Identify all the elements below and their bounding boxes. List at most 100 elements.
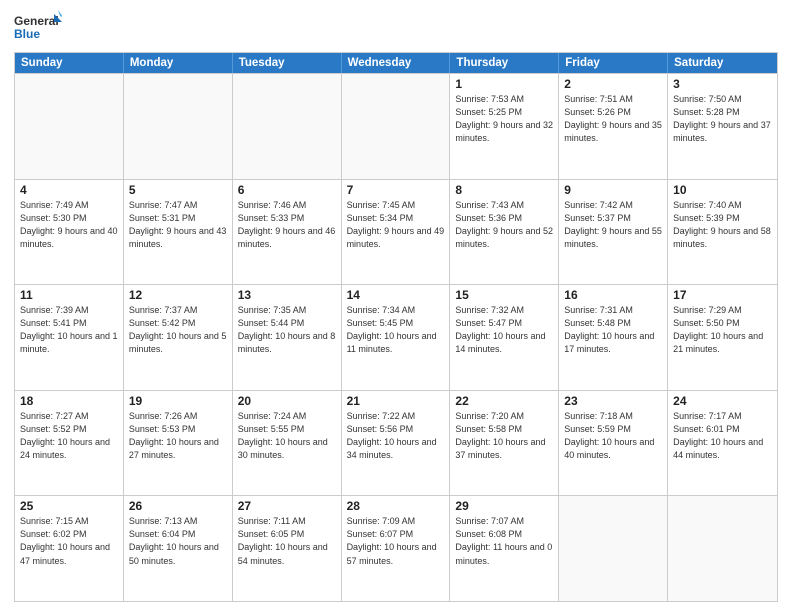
day-info: Sunrise: 7:40 AM Sunset: 5:39 PM Dayligh… [673,199,772,251]
day-info: Sunrise: 7:07 AM Sunset: 6:08 PM Dayligh… [455,515,553,567]
day-number: 27 [238,499,336,513]
day-info: Sunrise: 7:13 AM Sunset: 6:04 PM Dayligh… [129,515,227,567]
logo-svg: General Blue [14,10,62,46]
day-info: Sunrise: 7:39 AM Sunset: 5:41 PM Dayligh… [20,304,118,356]
day-info: Sunrise: 7:34 AM Sunset: 5:45 PM Dayligh… [347,304,445,356]
calendar-day-29: 29 Sunrise: 7:07 AM Sunset: 6:08 PM Dayli… [450,496,559,601]
calendar-day-26: 26 Sunrise: 7:13 AM Sunset: 6:04 PM Dayli… [124,496,233,601]
day-number: 20 [238,394,336,408]
header-day-friday: Friday [559,53,668,73]
calendar-week-0: 1 Sunrise: 7:53 AM Sunset: 5:25 PM Daylig… [15,73,777,179]
page-header: General Blue [14,10,778,46]
day-number: 10 [673,183,772,197]
calendar-day-6: 6 Sunrise: 7:46 AM Sunset: 5:33 PM Daylig… [233,180,342,285]
day-number: 8 [455,183,553,197]
day-number: 1 [455,77,553,91]
header-day-sunday: Sunday [15,53,124,73]
day-number: 12 [129,288,227,302]
day-info: Sunrise: 7:43 AM Sunset: 5:36 PM Dayligh… [455,199,553,251]
day-info: Sunrise: 7:22 AM Sunset: 5:56 PM Dayligh… [347,410,445,462]
day-info: Sunrise: 7:35 AM Sunset: 5:44 PM Dayligh… [238,304,336,356]
day-info: Sunrise: 7:51 AM Sunset: 5:26 PM Dayligh… [564,93,662,145]
header-day-monday: Monday [124,53,233,73]
calendar-week-2: 11 Sunrise: 7:39 AM Sunset: 5:41 PM Dayli… [15,284,777,390]
calendar-empty-cell [342,74,451,179]
calendar-day-17: 17 Sunrise: 7:29 AM Sunset: 5:50 PM Dayli… [668,285,777,390]
calendar-header: SundayMondayTuesdayWednesdayThursdayFrid… [15,53,777,73]
calendar-day-12: 12 Sunrise: 7:37 AM Sunset: 5:42 PM Dayli… [124,285,233,390]
day-info: Sunrise: 7:18 AM Sunset: 5:59 PM Dayligh… [564,410,662,462]
day-number: 4 [20,183,118,197]
day-info: Sunrise: 7:42 AM Sunset: 5:37 PM Dayligh… [564,199,662,251]
day-info: Sunrise: 7:27 AM Sunset: 5:52 PM Dayligh… [20,410,118,462]
calendar-day-25: 25Sunrise: 7:15 AM Sunset: 6:02 PM Dayli… [15,496,124,601]
calendar-day-10: 10 Sunrise: 7:40 AM Sunset: 5:39 PM Dayli… [668,180,777,285]
calendar-week-4: 25Sunrise: 7:15 AM Sunset: 6:02 PM Dayli… [15,495,777,601]
day-info: Sunrise: 7:32 AM Sunset: 5:47 PM Dayligh… [455,304,553,356]
calendar-empty-cell [233,74,342,179]
day-number: 17 [673,288,772,302]
svg-text:Blue: Blue [14,27,40,41]
calendar-day-1: 1 Sunrise: 7:53 AM Sunset: 5:25 PM Daylig… [450,74,559,179]
day-number: 9 [564,183,662,197]
calendar-day-27: 27 Sunrise: 7:11 AM Sunset: 6:05 PM Dayli… [233,496,342,601]
calendar: SundayMondayTuesdayWednesdayThursdayFrid… [14,52,778,602]
calendar-empty-cell [15,74,124,179]
day-number: 6 [238,183,336,197]
day-info: Sunrise: 7:29 AM Sunset: 5:50 PM Dayligh… [673,304,772,356]
day-number: 18 [20,394,118,408]
logo: General Blue [14,10,62,46]
calendar-day-9: 9 Sunrise: 7:42 AM Sunset: 5:37 PM Daylig… [559,180,668,285]
calendar-week-3: 18 Sunrise: 7:27 AM Sunset: 5:52 PM Dayli… [15,390,777,496]
header-day-saturday: Saturday [668,53,777,73]
day-info: Sunrise: 7:46 AM Sunset: 5:33 PM Dayligh… [238,199,336,251]
calendar-day-21: 21 Sunrise: 7:22 AM Sunset: 5:56 PM Dayli… [342,391,451,496]
header-day-thursday: Thursday [450,53,559,73]
calendar-day-13: 13 Sunrise: 7:35 AM Sunset: 5:44 PM Dayli… [233,285,342,390]
calendar-day-5: 5Sunrise: 7:47 AM Sunset: 5:31 PM Daylig… [124,180,233,285]
day-number: 11 [20,288,118,302]
day-number: 13 [238,288,336,302]
day-info: Sunrise: 7:11 AM Sunset: 6:05 PM Dayligh… [238,515,336,567]
day-info: Sunrise: 7:37 AM Sunset: 5:42 PM Dayligh… [129,304,227,356]
day-number: 14 [347,288,445,302]
svg-text:General: General [14,14,59,28]
day-info: Sunrise: 7:49 AM Sunset: 5:30 PM Dayligh… [20,199,118,251]
day-number: 24 [673,394,772,408]
header-day-wednesday: Wednesday [342,53,451,73]
day-number: 29 [455,499,553,513]
header-day-tuesday: Tuesday [233,53,342,73]
day-info: Sunrise: 7:24 AM Sunset: 5:55 PM Dayligh… [238,410,336,462]
day-info: Sunrise: 7:53 AM Sunset: 5:25 PM Dayligh… [455,93,553,145]
calendar-day-18: 18 Sunrise: 7:27 AM Sunset: 5:52 PM Dayli… [15,391,124,496]
calendar-day-16: 16 Sunrise: 7:31 AM Sunset: 5:48 PM Dayli… [559,285,668,390]
calendar-empty-cell [124,74,233,179]
day-info: Sunrise: 7:31 AM Sunset: 5:48 PM Dayligh… [564,304,662,356]
day-number: 26 [129,499,227,513]
calendar-empty-cell [559,496,668,601]
calendar-day-3: 3 Sunrise: 7:50 AM Sunset: 5:28 PM Daylig… [668,74,777,179]
calendar-day-23: 23 Sunrise: 7:18 AM Sunset: 5:59 PM Dayli… [559,391,668,496]
day-info: Sunrise: 7:17 AM Sunset: 6:01 PM Dayligh… [673,410,772,462]
calendar-day-7: 7Sunrise: 7:45 AM Sunset: 5:34 PM Daylig… [342,180,451,285]
calendar-day-19: 19 Sunrise: 7:26 AM Sunset: 5:53 PM Dayli… [124,391,233,496]
day-info: Sunrise: 7:47 AM Sunset: 5:31 PM Dayligh… [129,199,227,251]
day-info: Sunrise: 7:20 AM Sunset: 5:58 PM Dayligh… [455,410,553,462]
day-number: 22 [455,394,553,408]
day-info: Sunrise: 7:26 AM Sunset: 5:53 PM Dayligh… [129,410,227,462]
day-number: 19 [129,394,227,408]
day-info: Sunrise: 7:15 AM Sunset: 6:02 PM Dayligh… [20,515,118,567]
day-number: 16 [564,288,662,302]
calendar-day-20: 20 Sunrise: 7:24 AM Sunset: 5:55 PM Dayli… [233,391,342,496]
day-number: 3 [673,77,772,91]
day-info: Sunrise: 7:50 AM Sunset: 5:28 PM Dayligh… [673,93,772,145]
calendar-day-14: 14 Sunrise: 7:34 AM Sunset: 5:45 PM Dayli… [342,285,451,390]
day-number: 23 [564,394,662,408]
day-number: 21 [347,394,445,408]
day-number: 7 [347,183,445,197]
day-number: 15 [455,288,553,302]
day-number: 28 [347,499,445,513]
calendar-day-11: 11 Sunrise: 7:39 AM Sunset: 5:41 PM Dayli… [15,285,124,390]
day-number: 2 [564,77,662,91]
calendar-day-28: 28Sunrise: 7:09 AM Sunset: 6:07 PM Dayli… [342,496,451,601]
